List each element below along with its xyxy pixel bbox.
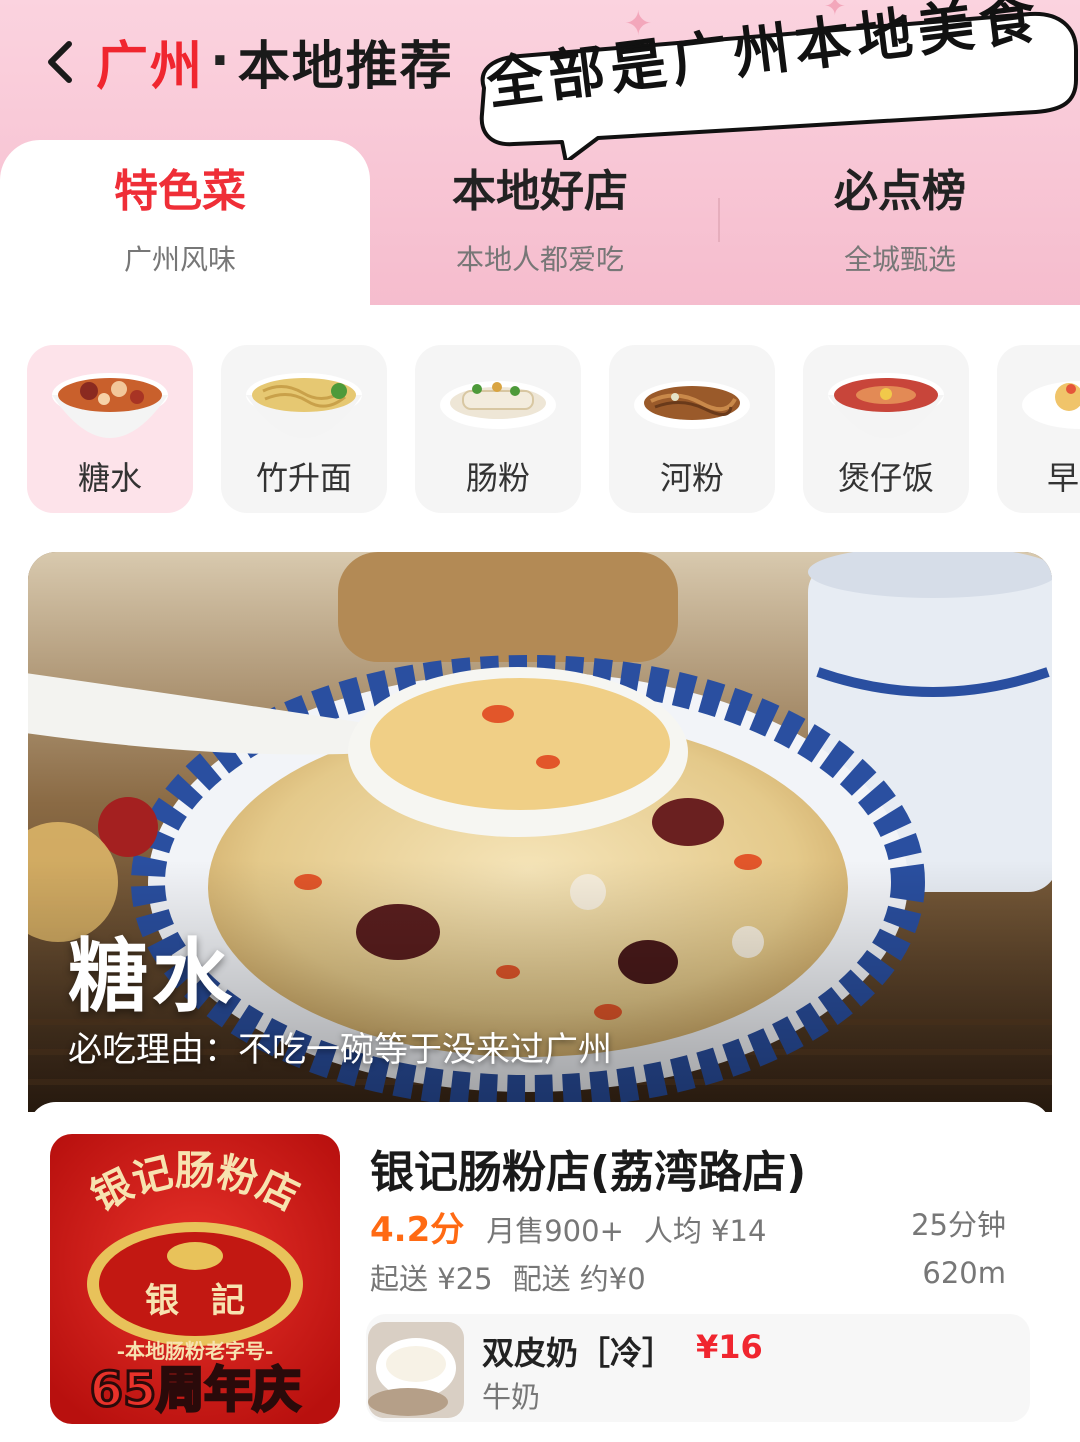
shop-card[interactable]: 银记肠粉店 银 記 -本地肠粉老字号- 65周年庆 银记肠粉店(荔湾路店) 4.…	[28, 1102, 1052, 1442]
back-button[interactable]	[36, 34, 84, 90]
tab-specialty[interactable]: 特色菜 广州风味	[0, 160, 360, 300]
shop-stats: 4.2分 月售900+ 人均 ¥14 25分钟	[370, 1202, 1030, 1250]
rice-roll-icon	[440, 381, 556, 429]
category-label: 河粉	[659, 459, 724, 497]
shop-rating: 4.2分	[370, 1210, 465, 1250]
claypot-rice-icon	[828, 373, 944, 438]
shop-delivery: 起送 ¥25 配送 约¥0 620m	[370, 1256, 1030, 1300]
noodle-bowl-icon	[246, 373, 362, 438]
tab-must-order[interactable]: 必点榜 全城甄选	[720, 160, 1080, 300]
hero-reason: 必吃理由：不吃一碗等于没来过广州	[68, 1030, 612, 1070]
title-city[interactable]: 广州	[96, 24, 204, 99]
tab-local-shops[interactable]: 本地好店 本地人都爱吃	[360, 160, 720, 300]
category-item[interactable]: 煲仔饭	[803, 345, 969, 513]
logo-tagline: -本地肠粉老字号-	[117, 1339, 274, 1363]
min-order: 起送 ¥25	[370, 1262, 493, 1296]
category-label: 糖水	[77, 459, 142, 497]
delivery-fee: 配送 约¥0	[512, 1262, 646, 1296]
tab-title: 特色菜	[114, 166, 246, 217]
tab-bar: 特色菜 广州风味 本地好店 本地人都爱吃 必点榜 全城甄选	[0, 140, 1080, 315]
chevron-left-icon	[48, 41, 72, 83]
dish-description: 牛奶	[482, 1380, 541, 1414]
delivery-time: 25分钟	[911, 1208, 1006, 1242]
category-item[interactable]: 糖水	[27, 345, 193, 513]
tab-title: 本地好店	[452, 166, 628, 217]
milk-pudding-photo	[368, 1322, 464, 1418]
dim-sum-icon	[1022, 381, 1080, 429]
dish-image	[368, 1322, 464, 1418]
logo-center-text-2: 記	[211, 1281, 245, 1321]
category-label: 早	[1047, 459, 1080, 497]
tab-subtitle: 全城甄选	[843, 243, 956, 276]
hero-title: 糖水	[68, 930, 236, 1023]
average-price: 人均 ¥14	[643, 1214, 767, 1248]
category-item[interactable]: 肠粉	[415, 345, 581, 513]
category-label: 竹升面	[255, 459, 352, 497]
dish-name: 双皮奶［冷］	[482, 1334, 675, 1372]
title-text: 本地推荐	[237, 36, 454, 97]
logo-anniversary: 65周年庆	[90, 1362, 301, 1418]
hero-card[interactable]: 糖水 必吃理由：不吃一碗等于没来过广州	[28, 552, 1052, 1112]
dessert-soup-icon	[52, 373, 168, 438]
category-item[interactable]: 竹升面	[221, 345, 387, 513]
shop-name[interactable]: 银记肠粉店(荔湾路店)	[370, 1136, 806, 1200]
page-title: 广州 · 本地推荐	[96, 24, 454, 99]
shop-logo-image: 银记肠粉店 银 記 -本地肠粉老字号- 65周年庆	[50, 1134, 340, 1424]
tab-title: 必点榜	[834, 166, 966, 217]
category-label: 肠粉	[465, 459, 530, 497]
category-item[interactable]: 早	[997, 345, 1080, 513]
fried-noodles-icon	[634, 381, 750, 429]
category-row: 糖水 竹升面 肠粉 河粉 煲仔饭 早	[0, 345, 1080, 515]
category-label: 煲仔饭	[837, 459, 934, 497]
dish-price: ¥16	[696, 1328, 763, 1366]
category-item[interactable]: 河粉	[609, 345, 775, 513]
shop-logo: 银记肠粉店 银 記 -本地肠粉老字号- 65周年庆	[50, 1134, 340, 1424]
tab-subtitle: 本地人都爱吃	[455, 243, 624, 276]
tab-subtitle: 广州风味	[123, 243, 236, 276]
monthly-sales: 月售900+	[486, 1214, 624, 1248]
featured-dish[interactable]: 双皮奶［冷］ ¥16 牛奶	[366, 1314, 1030, 1422]
logo-center-text-1: 银	[145, 1281, 179, 1321]
distance: 620m	[922, 1256, 1006, 1290]
title-separator: ·	[210, 31, 232, 91]
